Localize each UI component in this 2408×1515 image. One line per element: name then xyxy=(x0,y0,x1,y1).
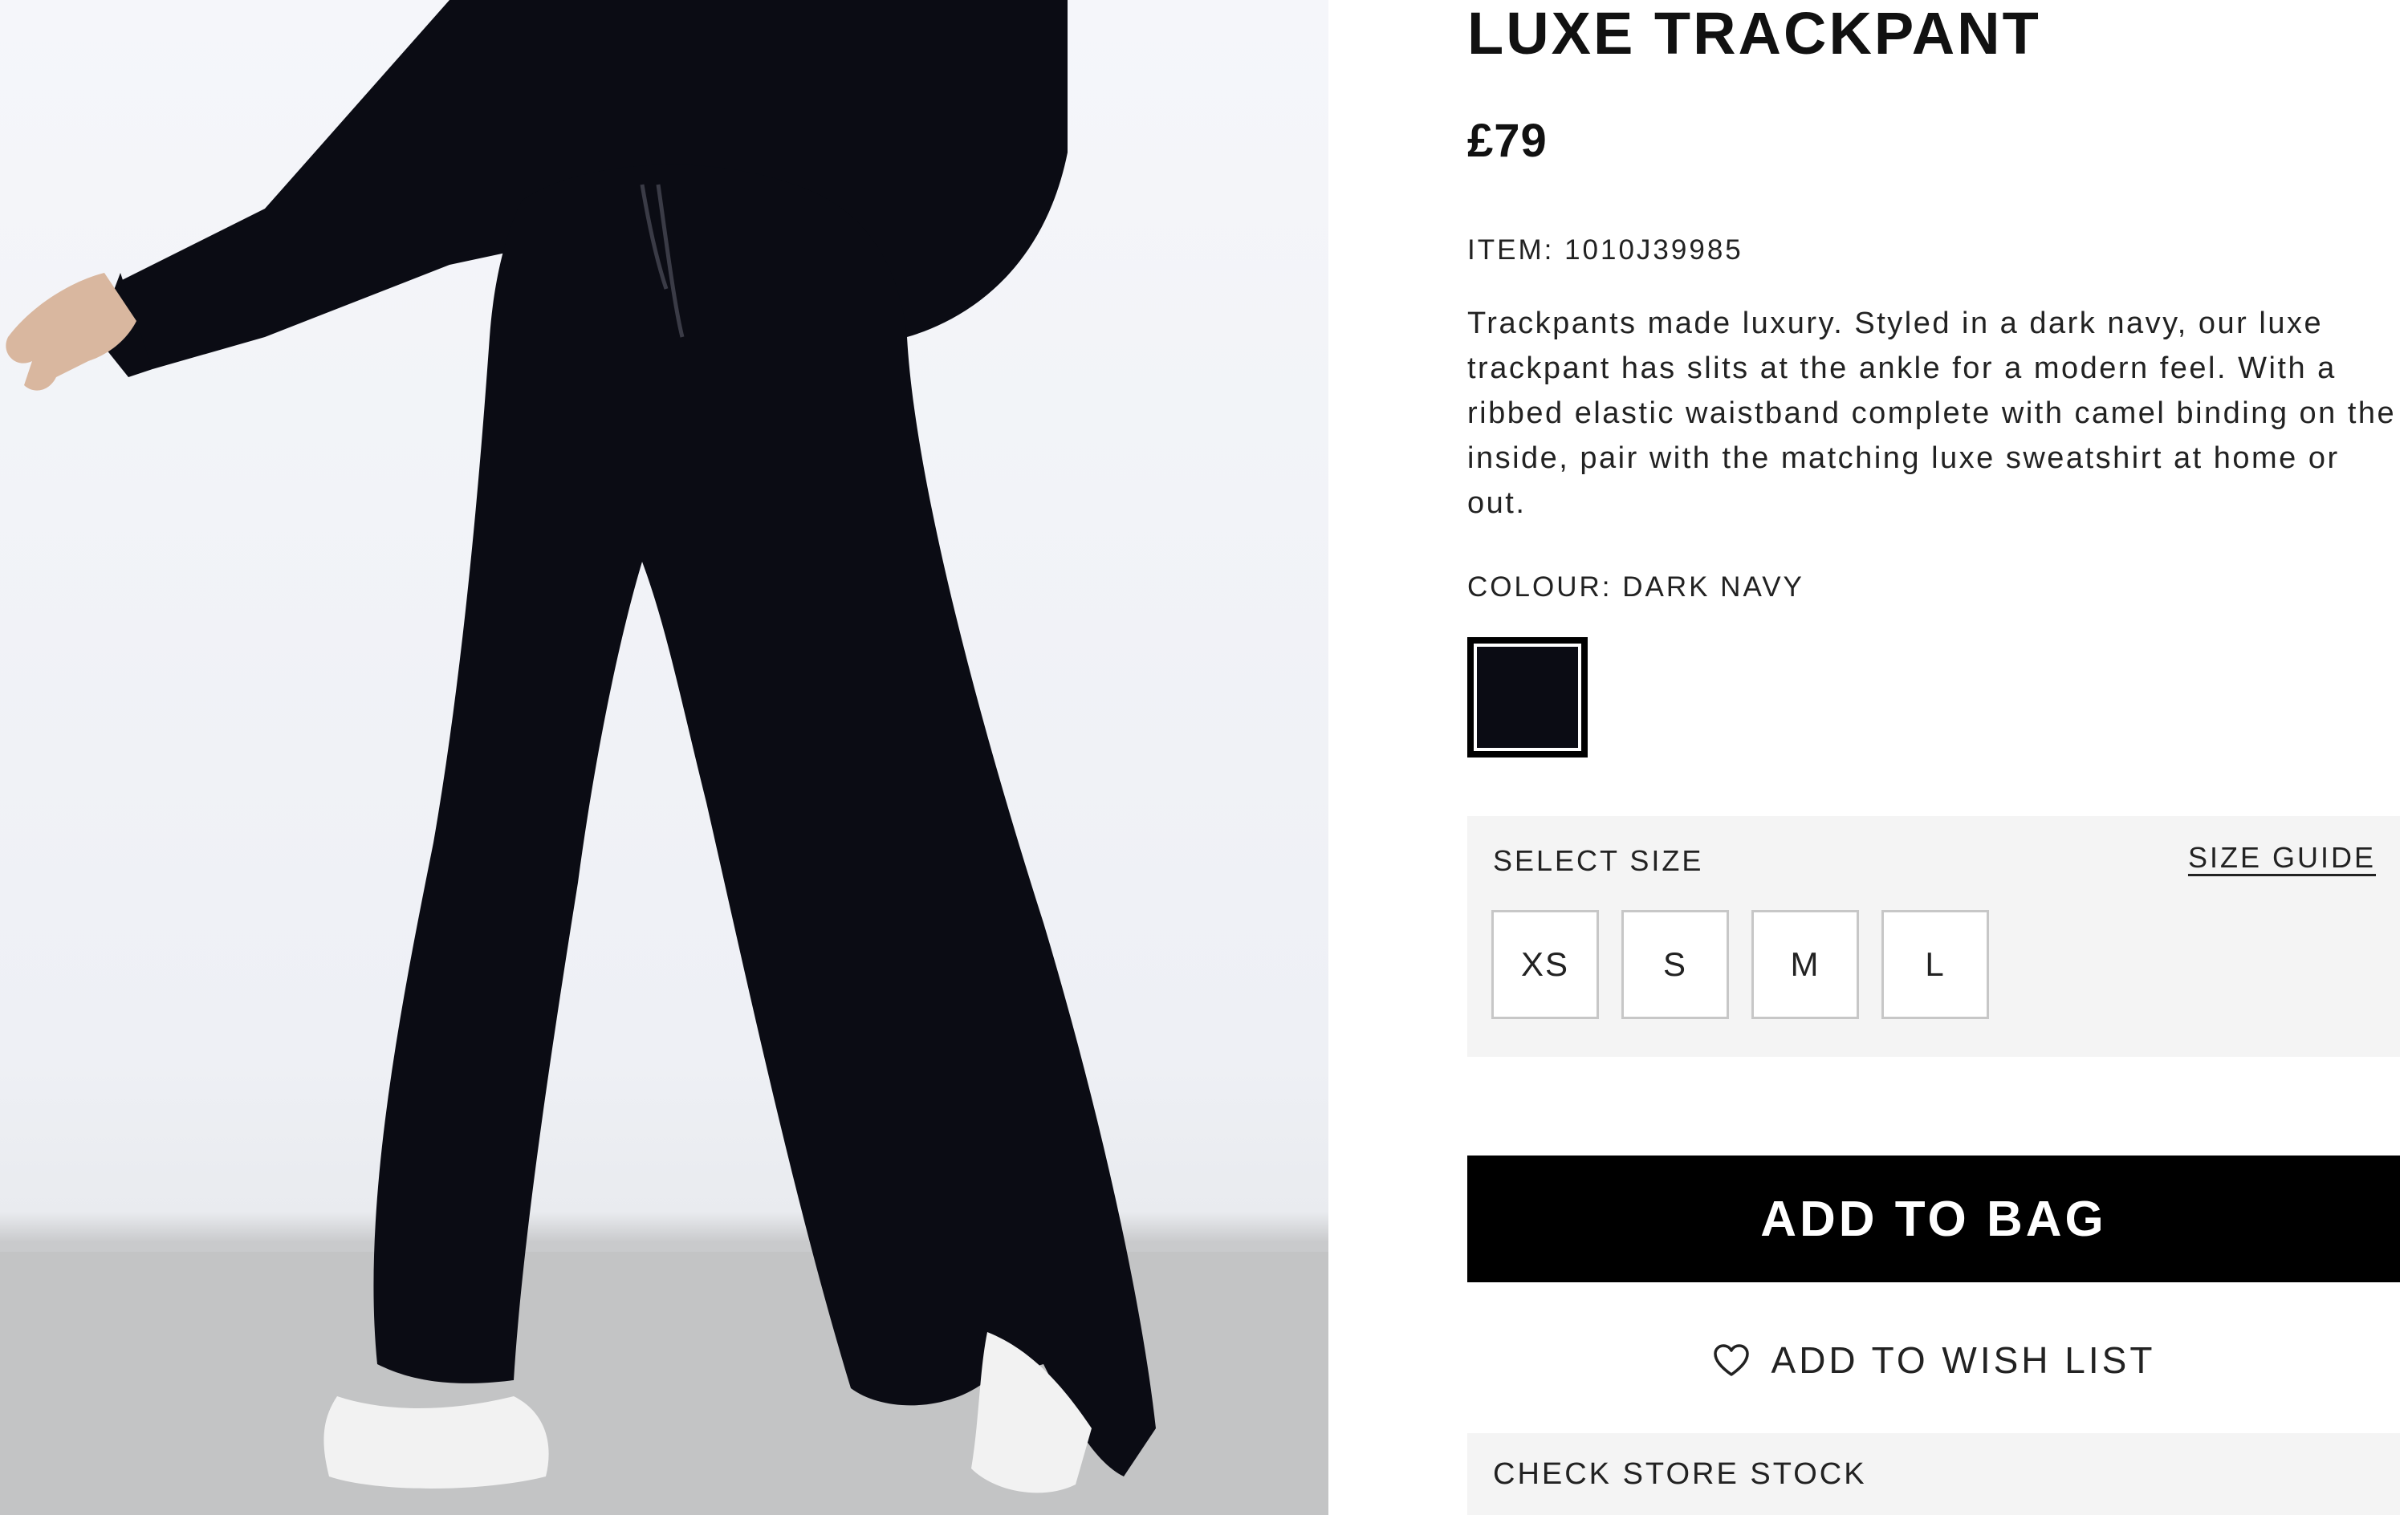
colour-value: DARK NAVY xyxy=(1622,571,1804,603)
item-label: ITEM: xyxy=(1467,234,1555,266)
size-guide-link[interactable]: SIZE GUIDE xyxy=(2188,841,2376,875)
product-description: Trackpants made luxury. Styled in a dark… xyxy=(1467,307,2397,520)
colour-swatch-fill xyxy=(1474,644,1581,751)
add-to-bag-button[interactable]: ADD TO BAG xyxy=(1467,1156,2400,1282)
check-store-stock-button[interactable]: CHECK STORE STOCK xyxy=(1467,1433,2400,1515)
size-option-m[interactable]: M xyxy=(1751,910,1859,1019)
wish-list-label: ADD TO WISH LIST xyxy=(1771,1339,2156,1381)
check-store-stock-label: CHECK STORE STOCK xyxy=(1493,1457,1867,1491)
colour-line: COLOUR: DARK NAVY xyxy=(1467,571,1804,603)
model-illustration xyxy=(0,0,1328,1515)
item-number: 1010J39985 xyxy=(1564,234,1743,266)
item-number-line: ITEM: 1010J39985 xyxy=(1467,234,1743,266)
select-size-label: SELECT SIZE xyxy=(1493,844,1704,877)
add-to-wish-list-button[interactable]: ADD TO WISH LIST xyxy=(1467,1332,2400,1388)
size-option-xs[interactable]: XS xyxy=(1491,910,1599,1019)
heart-icon xyxy=(1713,1344,1749,1376)
colour-swatch-dark-navy[interactable] xyxy=(1467,637,1588,758)
size-option-s[interactable]: S xyxy=(1621,910,1729,1019)
colour-label: COLOUR: xyxy=(1467,571,1613,603)
size-option-l[interactable]: L xyxy=(1881,910,1989,1019)
product-page: LUXE TRACKPANT £79 ITEM: 1010J39985 Trac… xyxy=(0,0,2408,1515)
product-details-panel: LUXE TRACKPANT £79 ITEM: 1010J39985 Trac… xyxy=(1467,0,2400,1515)
size-options: XS S M L xyxy=(1491,910,1989,1019)
product-price: £79 xyxy=(1467,115,1548,167)
product-image[interactable] xyxy=(0,0,1328,1515)
product-title: LUXE TRACKPANT xyxy=(1467,0,2041,67)
